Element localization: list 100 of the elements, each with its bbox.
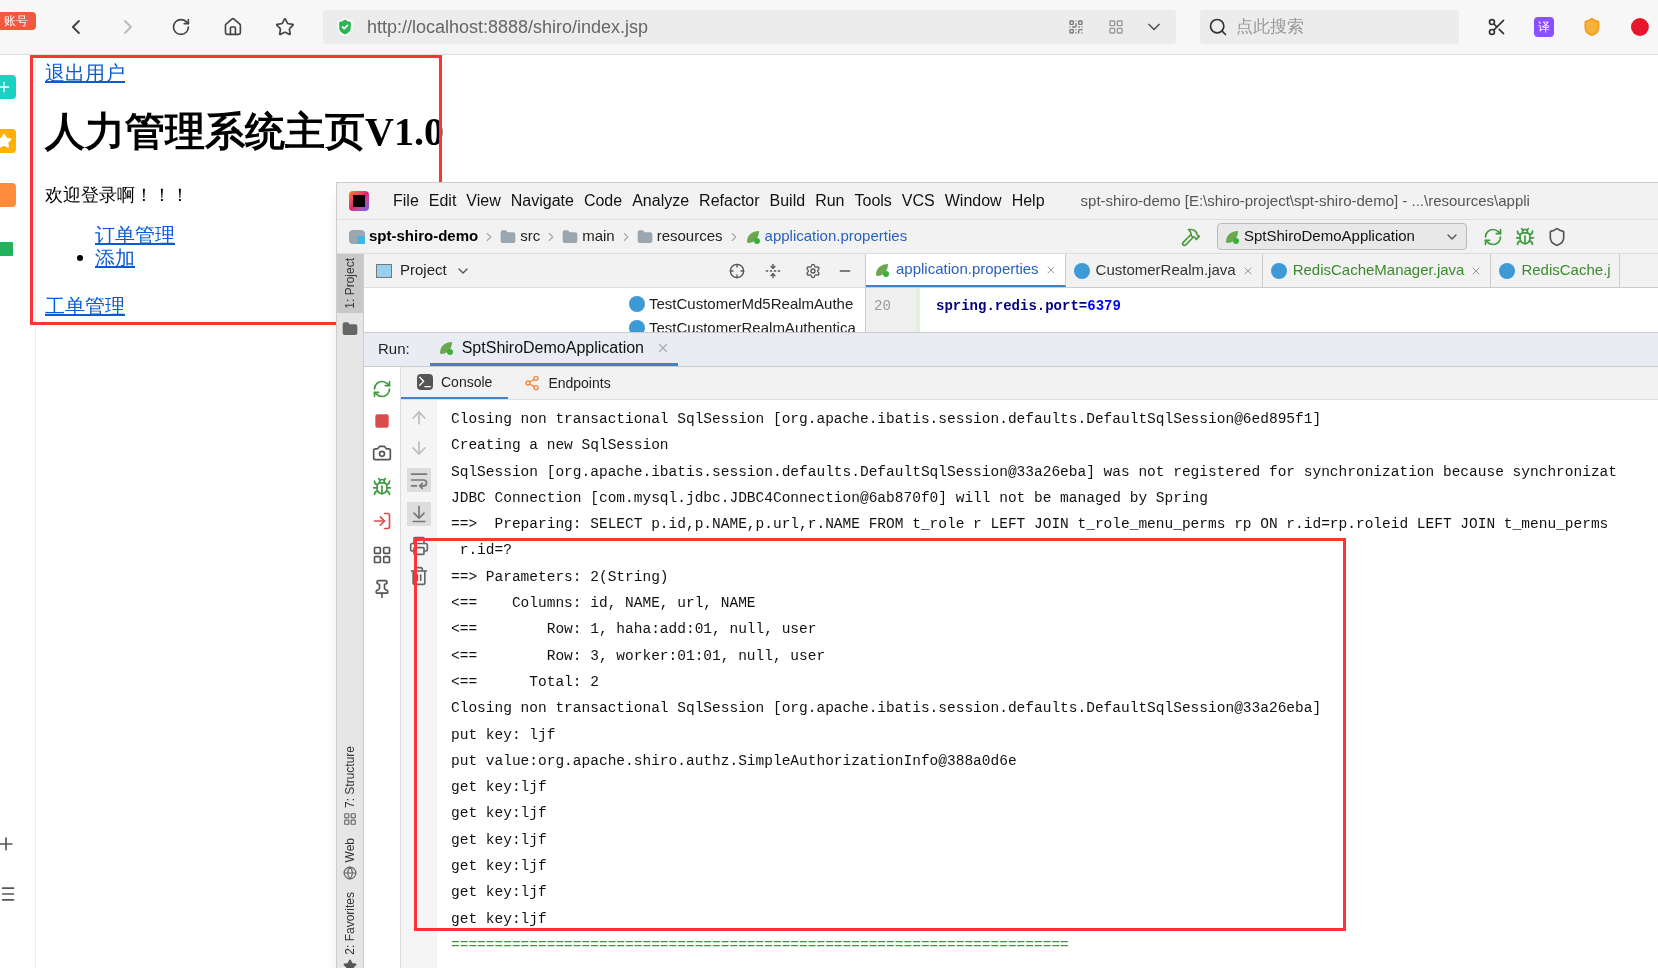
console-line: <== Row: 1, haha:add:01, null, user <box>451 620 818 640</box>
menu-item[interactable]: Run <box>815 189 845 213</box>
console-line: Closing non transactional SqlSession [org.apache.ibatis.session.defaults.DefaultSqlSession@33a26eba] <box>451 699 1323 719</box>
structure-icon <box>343 811 357 826</box>
menu-item[interactable]: VCS <box>901 189 935 213</box>
import-icon[interactable] <box>372 511 392 531</box>
console-line: ==> Parameters: 2(String) <box>451 567 670 587</box>
menu-item[interactable]: View <box>466 189 501 213</box>
search-input[interactable]: 点此搜索 <box>1236 14 1437 40</box>
menu-item[interactable]: Tools <box>854 189 892 213</box>
logout-link[interactable]: 退出用户 <box>45 58 125 88</box>
run-label: Run: <box>378 339 410 360</box>
pin-icon[interactable] <box>372 579 392 599</box>
console-tab[interactable]: Console <box>401 367 509 399</box>
collapse-icon[interactable] <box>765 262 781 279</box>
scroll-to-end-icon[interactable] <box>407 502 431 526</box>
console-line: get key:ljf <box>451 830 548 850</box>
work-order-link[interactable]: 工单管理 <box>45 291 125 321</box>
console-line: put value:org.apache.shiro.authz.SimpleAuthorizationInfo@388a0d6e <box>451 751 1018 771</box>
console-line: put key: ljf <box>451 725 557 745</box>
breadcrumb-item[interactable]: spt-shiro-demo <box>369 225 479 248</box>
editor-tab[interactable]: CustomerRealm.java <box>1065 254 1263 287</box>
project-panel-title[interactable]: Project <box>400 259 447 282</box>
menu-item[interactable]: Edit <box>428 189 457 213</box>
rerun-icon[interactable] <box>372 379 392 399</box>
breadcrumb-item[interactable]: application.properties <box>764 225 908 248</box>
search-field[interactable]: 点此搜索 <box>1200 10 1459 44</box>
editor-tab[interactable]: RedisCache.j <box>1491 254 1620 287</box>
console-line: get key:ljf <box>451 857 548 877</box>
console-tab[interactable]: Endpoints <box>508 367 627 399</box>
class-icon <box>629 296 645 312</box>
globe-icon <box>343 866 357 881</box>
console-line: get key:ljf <box>451 778 548 798</box>
class-icon <box>1270 262 1287 279</box>
debug-icon[interactable] <box>1515 226 1535 247</box>
debug-icon[interactable] <box>372 477 392 497</box>
menu-item[interactable]: File <box>393 189 419 213</box>
settings-icon[interactable] <box>805 262 821 279</box>
breadcrumb-item[interactable]: src <box>520 225 541 248</box>
tool-window-tab[interactable]: 7: Structure <box>341 745 359 808</box>
address-bar[interactable]: http://localhost:8888/shiro/index.jsp <box>322 10 1177 44</box>
tree-item[interactable]: TestCustomerRealmAuthentica <box>649 316 856 332</box>
console-line: <== Total: 2 <box>451 672 600 692</box>
resources-folder-icon <box>636 228 653 245</box>
console-line: Creating a new SqlSession <box>451 436 670 456</box>
console-separator: ======================================================================= <box>451 935 1070 955</box>
trash-icon[interactable] <box>409 566 429 586</box>
class-icon <box>1073 262 1090 279</box>
console-icon <box>417 374 433 390</box>
menu-item[interactable]: Build <box>769 189 806 213</box>
scissors-icon[interactable] <box>1486 17 1507 37</box>
translate-button[interactable]: 译 <box>1534 17 1555 37</box>
build-hammer-icon[interactable] <box>1181 226 1201 247</box>
console-line: Closing non transactional SqlSession [org.apache.ibatis.session.defaults.DefaultSqlSession@6ed895f1] <box>451 410 1323 429</box>
menu-item[interactable]: Code <box>583 189 623 213</box>
folder-icon <box>562 228 579 245</box>
tree-item[interactable]: TestCustomerMd5RealmAuthe <box>649 292 854 316</box>
console-line: ==> Preparing: SELECT p.id,p.NAME,p.url,r.NAME FROM t_role r LEFT JOIN t_role_menu_perms rp ON r.id=rp.roleid LEFT JOIN t_menu_perms <box>451 515 1610 535</box>
editor-tab[interactable]: application.properties <box>866 254 1066 287</box>
code-line: spring.redis.port=6379 <box>935 297 1121 316</box>
layout-icon[interactable] <box>372 545 392 565</box>
folder-icon[interactable] <box>342 320 358 337</box>
run-config-dropdown[interactable]: SptShiroDemoApplication <box>1217 223 1467 250</box>
url-text: http://localhost:8888/shiro/index.jsp <box>366 15 649 39</box>
compat-icon[interactable] <box>1108 19 1125 35</box>
breadcrumb-item[interactable]: resources <box>656 225 723 248</box>
stop-icon[interactable] <box>374 413 390 429</box>
reload-icon[interactable] <box>171 17 192 37</box>
console-line: get key:ljf <box>451 804 548 824</box>
project-view-icon <box>376 263 392 278</box>
spring-leaf-icon <box>874 261 890 278</box>
menu-item[interactable]: Window <box>944 189 1002 213</box>
line-number: 20 <box>866 288 920 332</box>
rerun-icon[interactable] <box>1483 226 1503 247</box>
qr-code-icon[interactable] <box>1068 19 1085 35</box>
menu-item[interactable]: Help <box>1011 189 1045 213</box>
window-title: spt-shiro-demo [E:\shiro-project\spt-shiro-demo] - ...\resources\appli <box>1080 190 1530 211</box>
coverage-icon[interactable] <box>1547 226 1567 247</box>
console-line: r.id=? <box>458 541 513 561</box>
spring-leaf-icon <box>1224 228 1240 245</box>
breadcrumb-item[interactable]: main <box>582 225 615 248</box>
bookmark-star-icon[interactable] <box>275 17 295 37</box>
app-logo-icon <box>349 191 369 211</box>
print-icon[interactable] <box>409 536 429 556</box>
camera-icon[interactable] <box>372 443 392 463</box>
class-icon <box>629 320 645 332</box>
console-line: get key:ljf <box>451 909 548 929</box>
menu-item[interactable]: Navigate <box>510 189 574 213</box>
welcome-text: 欢迎登录啊！！！ <box>45 184 189 207</box>
list-icon[interactable] <box>0 884 16 904</box>
tool-window-tab[interactable]: 2: Favorites <box>341 892 359 955</box>
search-icon <box>1208 17 1229 37</box>
console-line: JDBC Connection [com.mysql.jdbc.JDBC4Connection@6ab870f0] will not be managed by Spring <box>451 488 1210 508</box>
menu-item[interactable]: Analyze <box>632 189 690 213</box>
tool-window-tab[interactable]: Web <box>341 837 359 863</box>
editor-tab[interactable]: RedisCacheManager.java <box>1262 254 1492 287</box>
soft-wrap-icon[interactable] <box>407 468 431 492</box>
menu-item[interactable]: Refactor <box>699 189 760 213</box>
locate-icon[interactable] <box>729 262 745 279</box>
home-icon[interactable] <box>223 17 244 37</box>
